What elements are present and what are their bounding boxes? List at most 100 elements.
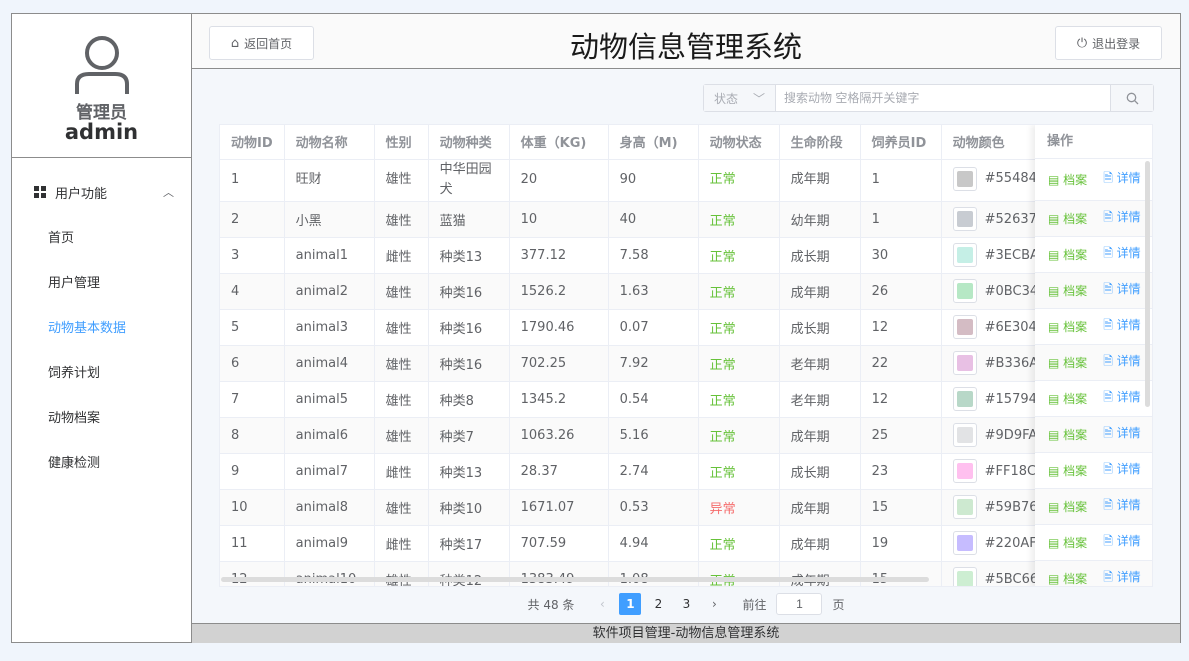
archive-link[interactable]: ▤ 档案 <box>1048 570 1087 586</box>
sidebar-item[interactable]: 动物基本数据 <box>48 314 126 344</box>
table-cell: 小黑 <box>284 201 375 238</box>
table-row[interactable]: 8 animal6 雄性 种类7 1063.26 5.16 正常 成年期 25 #9D9FA8 <box>220 417 1060 454</box>
document-icon: ▤ <box>1048 173 1060 187</box>
archive-link[interactable]: ▤ 档案 <box>1048 210 1087 227</box>
file-icon: 🗎 <box>1103 246 1113 260</box>
table-row[interactable]: 11 animal9 雌性 种类17 707.59 4.94 正常 成年期 19 #220AFE <box>220 525 1060 562</box>
archive-link[interactable]: ▤ 档案 <box>1048 498 1087 515</box>
detail-label: 详情 <box>1116 354 1141 368</box>
color-picker[interactable] <box>952 351 977 375</box>
next-page-button[interactable]: › <box>703 593 725 615</box>
archive-link[interactable]: ▤ 档案 <box>1048 318 1087 335</box>
color-swatch <box>956 247 973 263</box>
sidebar-item[interactable]: 动物档案 <box>48 404 100 434</box>
color-picker[interactable] <box>952 459 977 483</box>
color-picker[interactable] <box>952 243 977 267</box>
archive-link[interactable]: ▤ 档案 <box>1048 282 1087 299</box>
table-row[interactable]: 1 旺财 雄性 中华田园犬 20 90 正常 成年期 1 #554848 <box>220 159 1060 202</box>
detail-link[interactable]: 🗎 详情 <box>1103 568 1141 586</box>
archive-link[interactable]: ▤ 档案 <box>1048 426 1087 443</box>
table-cell: 雄性 <box>374 345 429 382</box>
archive-link[interactable]: ▤ 档案 <box>1048 390 1087 407</box>
status-select[interactable]: 状态 ﹀ <box>704 85 776 111</box>
goto-page-input[interactable] <box>776 593 823 615</box>
color-picker[interactable] <box>952 531 977 555</box>
archive-link[interactable]: ▤ 档案 <box>1048 171 1087 188</box>
vertical-scrollbar[interactable] <box>1145 161 1150 407</box>
table-row[interactable]: 6 animal4 雄性 种类16 702.25 7.92 正常 老年期 22 #B336A5 <box>220 345 1060 382</box>
table-cell: animal9 <box>284 525 375 562</box>
archive-label: 档案 <box>1063 428 1088 442</box>
archive-label: 档案 <box>1063 212 1088 226</box>
ops-row: ▤ 档案 🗎 详情 <box>1035 201 1152 237</box>
color-picker[interactable] <box>952 279 977 303</box>
table-row[interactable]: 3 animal1 雌性 种类13 377.12 7.58 正常 成长期 30 #3ECBAF <box>220 237 1060 274</box>
table-cell: 10 <box>509 201 609 238</box>
table-cell: 6 <box>220 345 285 382</box>
file-icon: 🗎 <box>1103 171 1113 185</box>
color-picker[interactable] <box>952 495 977 519</box>
sidebar-item[interactable]: 首页 <box>48 224 74 254</box>
table-cell: 种类16 <box>428 273 510 310</box>
menu-group-user-functions[interactable]: 用户功能 ︿ <box>12 174 190 210</box>
table-cell: 26 <box>860 273 942 310</box>
table-row[interactable]: 12animal10雄性种类121383.491.08正常成年期15#5BC66… <box>220 561 1060 586</box>
detail-link[interactable]: 🗎 详情 <box>1103 316 1141 337</box>
table-cell: 377.12 <box>509 237 609 274</box>
column-header: 生命阶段 <box>779 125 861 160</box>
table-cell: 3 <box>220 237 285 274</box>
detail-link[interactable]: 🗎 详情 <box>1103 388 1141 409</box>
detail-link[interactable]: 🗎 详情 <box>1103 352 1141 373</box>
archive-link[interactable]: ▤ 档案 <box>1048 462 1087 479</box>
sidebar-item[interactable]: 饲养计划 <box>48 359 100 389</box>
file-icon: 🗎 <box>1103 354 1113 368</box>
detail-label: 详情 <box>1116 534 1141 548</box>
detail-link[interactable]: 🗎 详情 <box>1103 460 1141 481</box>
horizontal-scrollbar[interactable] <box>221 577 929 582</box>
archive-link[interactable]: ▤ 档案 <box>1048 534 1087 551</box>
detail-link[interactable]: 🗎 详情 <box>1103 424 1141 445</box>
table-cell: 蓝猫 <box>428 201 510 238</box>
table-row[interactable]: 5 animal3 雄性 种类16 1790.46 0.07 正常 成长期 12 #6E3047 <box>220 309 1060 346</box>
data-table: 动物ID 动物名称 性别 动物种类 体重（KG) 身高（M) 动物状态 生命阶段 饲养员ID 动物… <box>220 125 1060 586</box>
detail-link[interactable]: 🗎 详情 <box>1103 496 1141 517</box>
color-picker[interactable] <box>952 567 977 586</box>
table-cell: 7.92 <box>608 345 699 382</box>
color-swatch <box>956 499 973 515</box>
page-button[interactable]: 3 <box>675 593 697 615</box>
color-picker[interactable] <box>952 387 977 411</box>
archive-link[interactable]: ▤ 档案 <box>1048 246 1087 263</box>
table-row[interactable]: 10 animal8 雄性 种类10 1671.07 0.53 异常 成年期 15 #59B767 <box>220 489 1060 526</box>
prev-page-button[interactable]: ‹ <box>591 593 613 615</box>
search-input[interactable] <box>776 85 1110 111</box>
table-cell: 1.08 <box>608 561 699 586</box>
logout-button[interactable]: ⏻ 退出登录 <box>1055 26 1162 60</box>
page-button[interactable]: 1 <box>619 593 642 615</box>
table-row[interactable]: 9 animal7 雌性 种类13 28.37 2.74 正常 成长期 23 #FF18CD <box>220 453 1060 490</box>
grid-icon <box>34 186 46 198</box>
column-header: 动物ID <box>220 125 285 160</box>
table-cell: 19 <box>860 525 942 562</box>
table-row[interactable]: 4 animal2 雄性 种类16 1526.2 1.63 正常 成年期 26 #0BC345 <box>220 273 1060 310</box>
table-row[interactable]: 7 animal5 雄性 种类8 1345.2 0.54 正常 老年期 12 #15794B <box>220 381 1060 418</box>
table-cell: 15 <box>860 489 942 526</box>
detail-link[interactable]: 🗎 详情 <box>1103 208 1141 229</box>
detail-link[interactable]: 🗎 详情 <box>1103 169 1141 190</box>
table-cell: 1345.2 <box>509 381 609 418</box>
document-icon: ▤ <box>1048 392 1060 406</box>
sidebar-item[interactable]: 用户管理 <box>48 269 100 299</box>
color-picker[interactable] <box>952 315 977 339</box>
color-picker[interactable] <box>952 166 977 191</box>
search-button[interactable] <box>1110 85 1153 111</box>
table-row[interactable]: 2 小黑 雄性 蓝猫 10 40 正常 幼年期 1 #526374 <box>220 201 1060 238</box>
detail-link[interactable]: 🗎 详情 <box>1103 244 1141 265</box>
table-cell: 1383.49 <box>509 561 609 586</box>
color-picker[interactable] <box>952 423 977 447</box>
detail-link[interactable]: 🗎 详情 <box>1103 532 1141 553</box>
color-picker[interactable] <box>952 207 977 231</box>
table-cell: 1790.46 <box>509 309 609 346</box>
archive-link[interactable]: ▤ 档案 <box>1048 354 1087 371</box>
page-button[interactable]: 2 <box>647 593 669 615</box>
detail-link[interactable]: 🗎 详情 <box>1103 280 1141 301</box>
sidebar-item[interactable]: 健康检测 <box>48 449 100 479</box>
